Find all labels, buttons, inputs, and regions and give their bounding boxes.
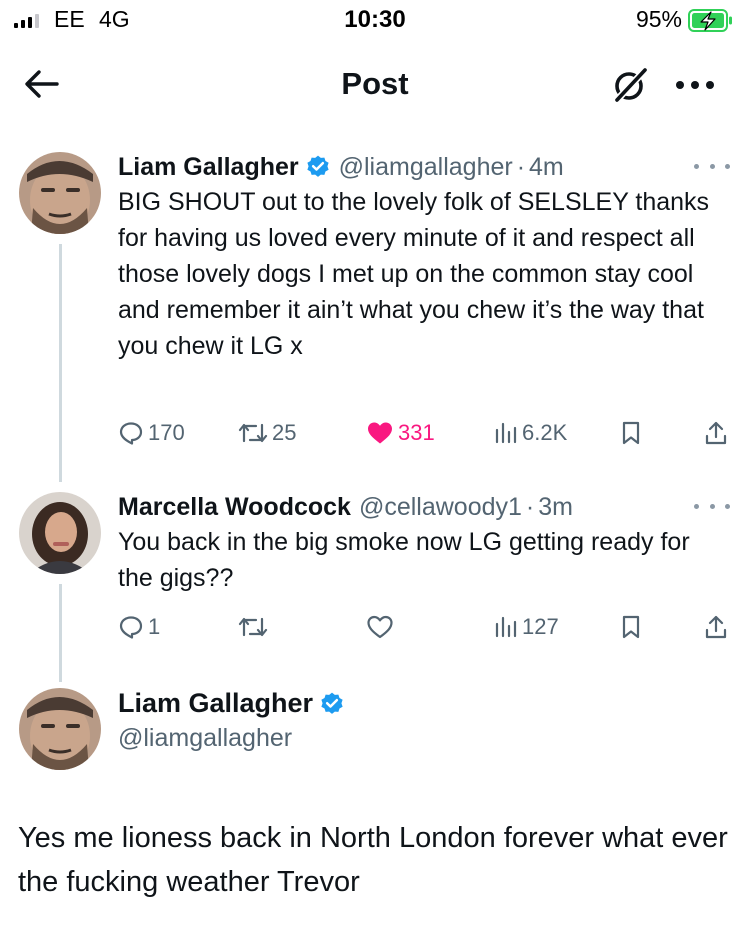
author-name[interactable]: Liam Gallagher (118, 152, 299, 182)
like-button[interactable]: 331 (366, 418, 435, 448)
post-text: BIG SHOUT out to the lovely folk of SELS… (118, 188, 710, 360)
thread-post-2[interactable]: Marcella Woodcock @cellawoody1 · 3m You … (0, 492, 750, 682)
share-button[interactable] (704, 612, 728, 642)
post-header-row: Marcella Woodcock @cellawoody1 · 3m (118, 492, 573, 522)
share-icon (705, 615, 727, 639)
like-button[interactable] (366, 612, 398, 642)
author-name[interactable]: Liam Gallagher (118, 688, 313, 719)
share-button[interactable] (704, 418, 728, 448)
post-header-row: Liam Gallagher @liamgallagher · 4m (118, 152, 564, 182)
thread-line (59, 584, 62, 682)
thread-post-1[interactable]: Liam Gallagher @liamgallagher · 4m BIG S… (0, 152, 750, 482)
views-chart-icon (495, 616, 517, 638)
like-count: 331 (398, 420, 435, 445)
post-more-icon[interactable] (694, 156, 730, 176)
heart-filled-icon (368, 422, 392, 444)
focused-post: Liam Gallagher @liamgallagher Yes me lio… (0, 688, 750, 918)
post-time[interactable]: 4m (529, 152, 564, 182)
post-time[interactable]: 3m (538, 492, 573, 522)
views-count: 127 (522, 614, 559, 639)
author-name[interactable]: Marcella Woodcock (118, 492, 351, 522)
avatar[interactable] (19, 152, 101, 234)
status-bar: EE 4G 10:30 95% (0, 0, 750, 42)
bookmark-icon (622, 421, 640, 445)
repost-button[interactable]: 25 (238, 418, 296, 448)
views-chart-icon (495, 422, 517, 444)
battery-percentage: 95% (635, 6, 682, 32)
repost-count: 25 (272, 420, 297, 445)
more-horizontal-icon (676, 81, 714, 89)
post-text: Yes me lioness back in North London fore… (18, 822, 728, 898)
reply-button[interactable]: 170 (118, 418, 185, 448)
heart-outline-icon (367, 615, 393, 639)
post-text: You back in the big smoke now LG getting… (118, 528, 690, 592)
avatar[interactable] (19, 492, 101, 574)
post-more-icon[interactable] (694, 496, 730, 516)
post-actions: 1 127 (118, 612, 730, 642)
grok-icon (612, 65, 650, 105)
repost-icon (238, 617, 268, 637)
reply-button[interactable]: 1 (118, 612, 160, 642)
avatar[interactable] (19, 688, 101, 770)
separator-dot: · (516, 153, 526, 181)
grok-button[interactable] (608, 64, 652, 106)
avatar-photo (19, 492, 101, 574)
share-icon (705, 421, 727, 445)
avatar-photo (19, 152, 101, 234)
post-header: Post (0, 50, 750, 120)
repost-button[interactable] (238, 612, 272, 642)
more-options-button[interactable] (670, 64, 720, 106)
author-handle[interactable]: @liamgallagher (118, 724, 292, 753)
author-handle[interactable]: @cellawoody1 (359, 492, 522, 522)
avatar-photo (19, 688, 101, 770)
author-handle[interactable]: @liamgallagher (339, 152, 513, 182)
bookmark-button[interactable] (620, 418, 642, 448)
reply-icon (119, 616, 143, 639)
post-actions: 170 25 331 6.2K (118, 418, 730, 448)
battery-charging-icon (688, 9, 732, 32)
repost-icon (238, 423, 268, 443)
author-name-row: Liam Gallagher (118, 688, 345, 719)
thread-line (59, 244, 62, 482)
bookmark-button[interactable] (620, 612, 642, 642)
verified-badge-icon (321, 692, 343, 714)
bookmark-icon (622, 615, 640, 639)
verified-badge-icon (307, 155, 329, 177)
views-count: 6.2K (522, 420, 568, 445)
views-button[interactable]: 6.2K (494, 418, 567, 448)
reply-icon (119, 422, 143, 445)
reply-count: 1 (148, 614, 161, 639)
separator-dot: · (525, 493, 535, 521)
views-button[interactable]: 127 (494, 612, 559, 642)
reply-count: 170 (148, 420, 185, 445)
